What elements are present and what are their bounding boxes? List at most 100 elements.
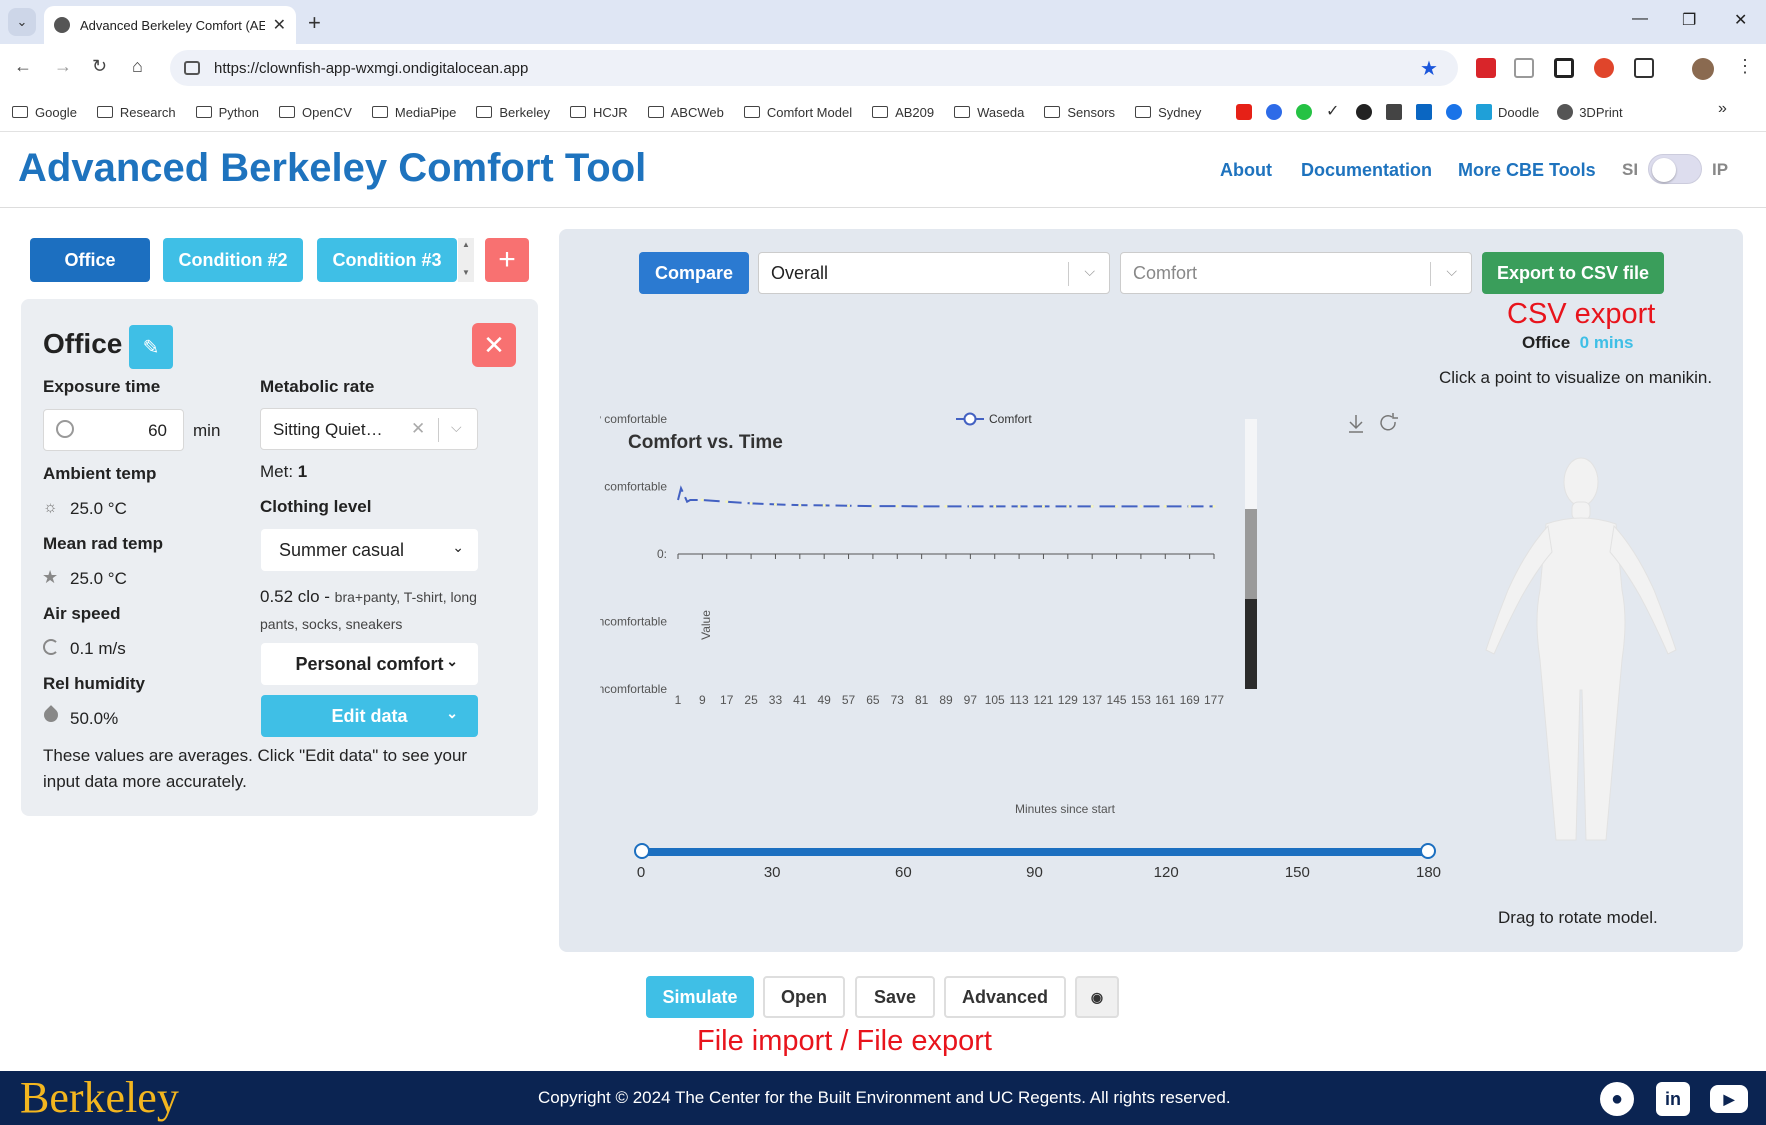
youtube-icon[interactable]: ▶ (1710, 1085, 1748, 1113)
new-tab-button[interactable]: + (308, 10, 321, 36)
bookmark-google[interactable]: Google (12, 105, 77, 120)
save-button[interactable]: Save (855, 976, 935, 1018)
chart-legend[interactable]: Comfort (956, 412, 1032, 426)
berkeley-logo[interactable]: Berkeley (20, 1072, 179, 1123)
menu-icon[interactable]: ⋮ (1736, 56, 1754, 77)
compare-button[interactable]: Compare (639, 252, 749, 294)
bookmark-comfort-model[interactable]: Comfort Model (743, 105, 852, 120)
edit-name-button[interactable]: ✎ (129, 325, 173, 369)
add-condition-button[interactable]: + (485, 238, 529, 282)
app-title[interactable]: Advanced Berkeley Comfort Tool (18, 146, 646, 191)
extension-icon[interactable] (1554, 58, 1574, 78)
open-button[interactable]: Open (763, 976, 845, 1018)
range-end-handle[interactable] (1420, 843, 1436, 859)
data-point[interactable] (944, 504, 948, 508)
data-point[interactable] (1163, 504, 1167, 508)
clothing-select[interactable]: Summer casual ⌄ (261, 529, 478, 571)
linkedin-icon[interactable] (1416, 104, 1432, 120)
nav-more-tools[interactable]: More CBE Tools (1458, 160, 1596, 181)
close-tab-icon[interactable]: ✕ (273, 15, 286, 35)
data-point[interactable] (847, 504, 851, 508)
comfort-series[interactable] (677, 485, 1216, 508)
puzzle-icon[interactable] (1634, 58, 1654, 78)
data-point[interactable] (1017, 504, 1021, 508)
extension-icon[interactable] (1514, 58, 1534, 78)
download-icon[interactable] (1349, 415, 1363, 433)
extension-icon[interactable] (1594, 58, 1614, 78)
data-point[interactable] (993, 504, 997, 508)
extension-icon[interactable] (1476, 58, 1496, 78)
bookmark-abcweb[interactable]: ABCWeb (647, 105, 724, 120)
bookmark-berkeley[interactable]: Berkeley (476, 105, 550, 120)
circle-icon[interactable] (1446, 104, 1462, 120)
bookmark-opencv[interactable]: OpenCV (279, 105, 352, 120)
data-point[interactable] (895, 504, 899, 508)
time-range-track[interactable] (641, 848, 1428, 856)
data-point[interactable] (968, 504, 972, 508)
overall-select[interactable]: Overall ⌵ (758, 252, 1110, 294)
bookmark-mediapipe[interactable]: MediaPipe (371, 105, 456, 120)
data-point[interactable] (1188, 504, 1192, 508)
visibility-button[interactable]: ◉ (1075, 976, 1119, 1018)
bookmark-star-icon[interactable]: ★ (1420, 56, 1438, 81)
window-close-icon[interactable]: ✕ (1734, 10, 1747, 30)
url-field[interactable]: https://clownfish-app-wxmgi.ondigitaloce… (170, 50, 1458, 86)
bookmark-ab209[interactable]: AB209 (872, 105, 934, 120)
browser-tab[interactable]: Advanced Berkeley Comfort (AE ✕ (44, 6, 296, 44)
data-point[interactable] (1066, 504, 1070, 508)
data-point[interactable] (1090, 504, 1094, 508)
data-point[interactable] (1041, 504, 1045, 508)
data-point[interactable] (1139, 504, 1143, 508)
linkedin-icon[interactable]: in (1656, 1082, 1690, 1116)
data-point[interactable] (725, 500, 729, 504)
data-point[interactable] (700, 498, 704, 502)
data-point[interactable] (798, 503, 802, 507)
tab-search-button[interactable]: ⌄ (8, 8, 36, 36)
bookmark-python[interactable]: Python (195, 105, 259, 120)
tab-condition-2[interactable]: Condition #2 (163, 238, 303, 282)
clear-icon[interactable]: ✕ (411, 419, 425, 439)
bookmark-research[interactable]: Research (96, 105, 176, 120)
data-point[interactable] (1115, 504, 1119, 508)
whatsapp-icon[interactable] (1296, 104, 1312, 120)
bookmark-sydney[interactable]: Sydney (1135, 105, 1201, 120)
comfort-select[interactable]: Comfort ⌵ (1120, 252, 1472, 294)
minimize-icon[interactable]: — (1632, 10, 1648, 28)
data-point[interactable] (773, 502, 777, 506)
restore-icon[interactable]: ❐ (1682, 10, 1696, 30)
nav-about[interactable]: About (1220, 160, 1272, 181)
tab-condition-3[interactable]: Condition #3 (317, 238, 457, 282)
bookmark-doodle[interactable]: Doodle (1498, 105, 1539, 120)
unit-toggle[interactable] (1648, 154, 1702, 184)
exposure-input[interactable]: 60 (43, 409, 184, 451)
github-icon[interactable]: ● (1600, 1082, 1634, 1116)
tab-office[interactable]: Office (30, 238, 150, 282)
edit-data-button[interactable]: Edit data ⌄ (261, 695, 478, 737)
data-point[interactable] (920, 504, 924, 508)
avatar[interactable] (1692, 58, 1714, 80)
bookmark-sensors[interactable]: Sensors (1044, 105, 1115, 120)
personal-comfort-button[interactable]: Personal comfort ⌄ (261, 643, 478, 685)
more-bookmarks-icon[interactable]: » (1718, 100, 1727, 118)
check-icon[interactable]: ✓ (1326, 104, 1342, 120)
advanced-button[interactable]: Advanced (944, 976, 1066, 1018)
delete-condition-button[interactable]: ✕ (472, 323, 516, 367)
github-icon[interactable] (1356, 104, 1372, 120)
data-point[interactable] (1212, 504, 1216, 508)
site-info-icon[interactable] (184, 61, 200, 75)
data-point[interactable] (749, 501, 753, 505)
bookmark-3dprint[interactable]: 3DPrint (1579, 105, 1622, 120)
tabs-scrollbar[interactable]: ▲ ▼ (458, 238, 474, 282)
data-point[interactable] (871, 504, 875, 508)
export-csv-button[interactable]: Export to CSV file (1482, 252, 1664, 294)
home-icon[interactable]: ⌂ (132, 56, 143, 77)
data-point[interactable] (822, 503, 826, 507)
simulate-button[interactable]: Simulate (646, 976, 754, 1018)
layers-icon[interactable] (1386, 104, 1402, 120)
nav-documentation[interactable]: Documentation (1301, 160, 1432, 181)
refresh-icon[interactable] (1380, 413, 1398, 431)
chevron-down-icon[interactable]: ⌵ (451, 419, 462, 436)
range-start-handle[interactable] (634, 843, 650, 859)
met-select[interactable]: Sitting Quiet… ✕ ⌵ (260, 408, 478, 450)
comfort-chart[interactable]: Comfort vs. Time Comfort Value Minutes s… (600, 400, 1450, 830)
